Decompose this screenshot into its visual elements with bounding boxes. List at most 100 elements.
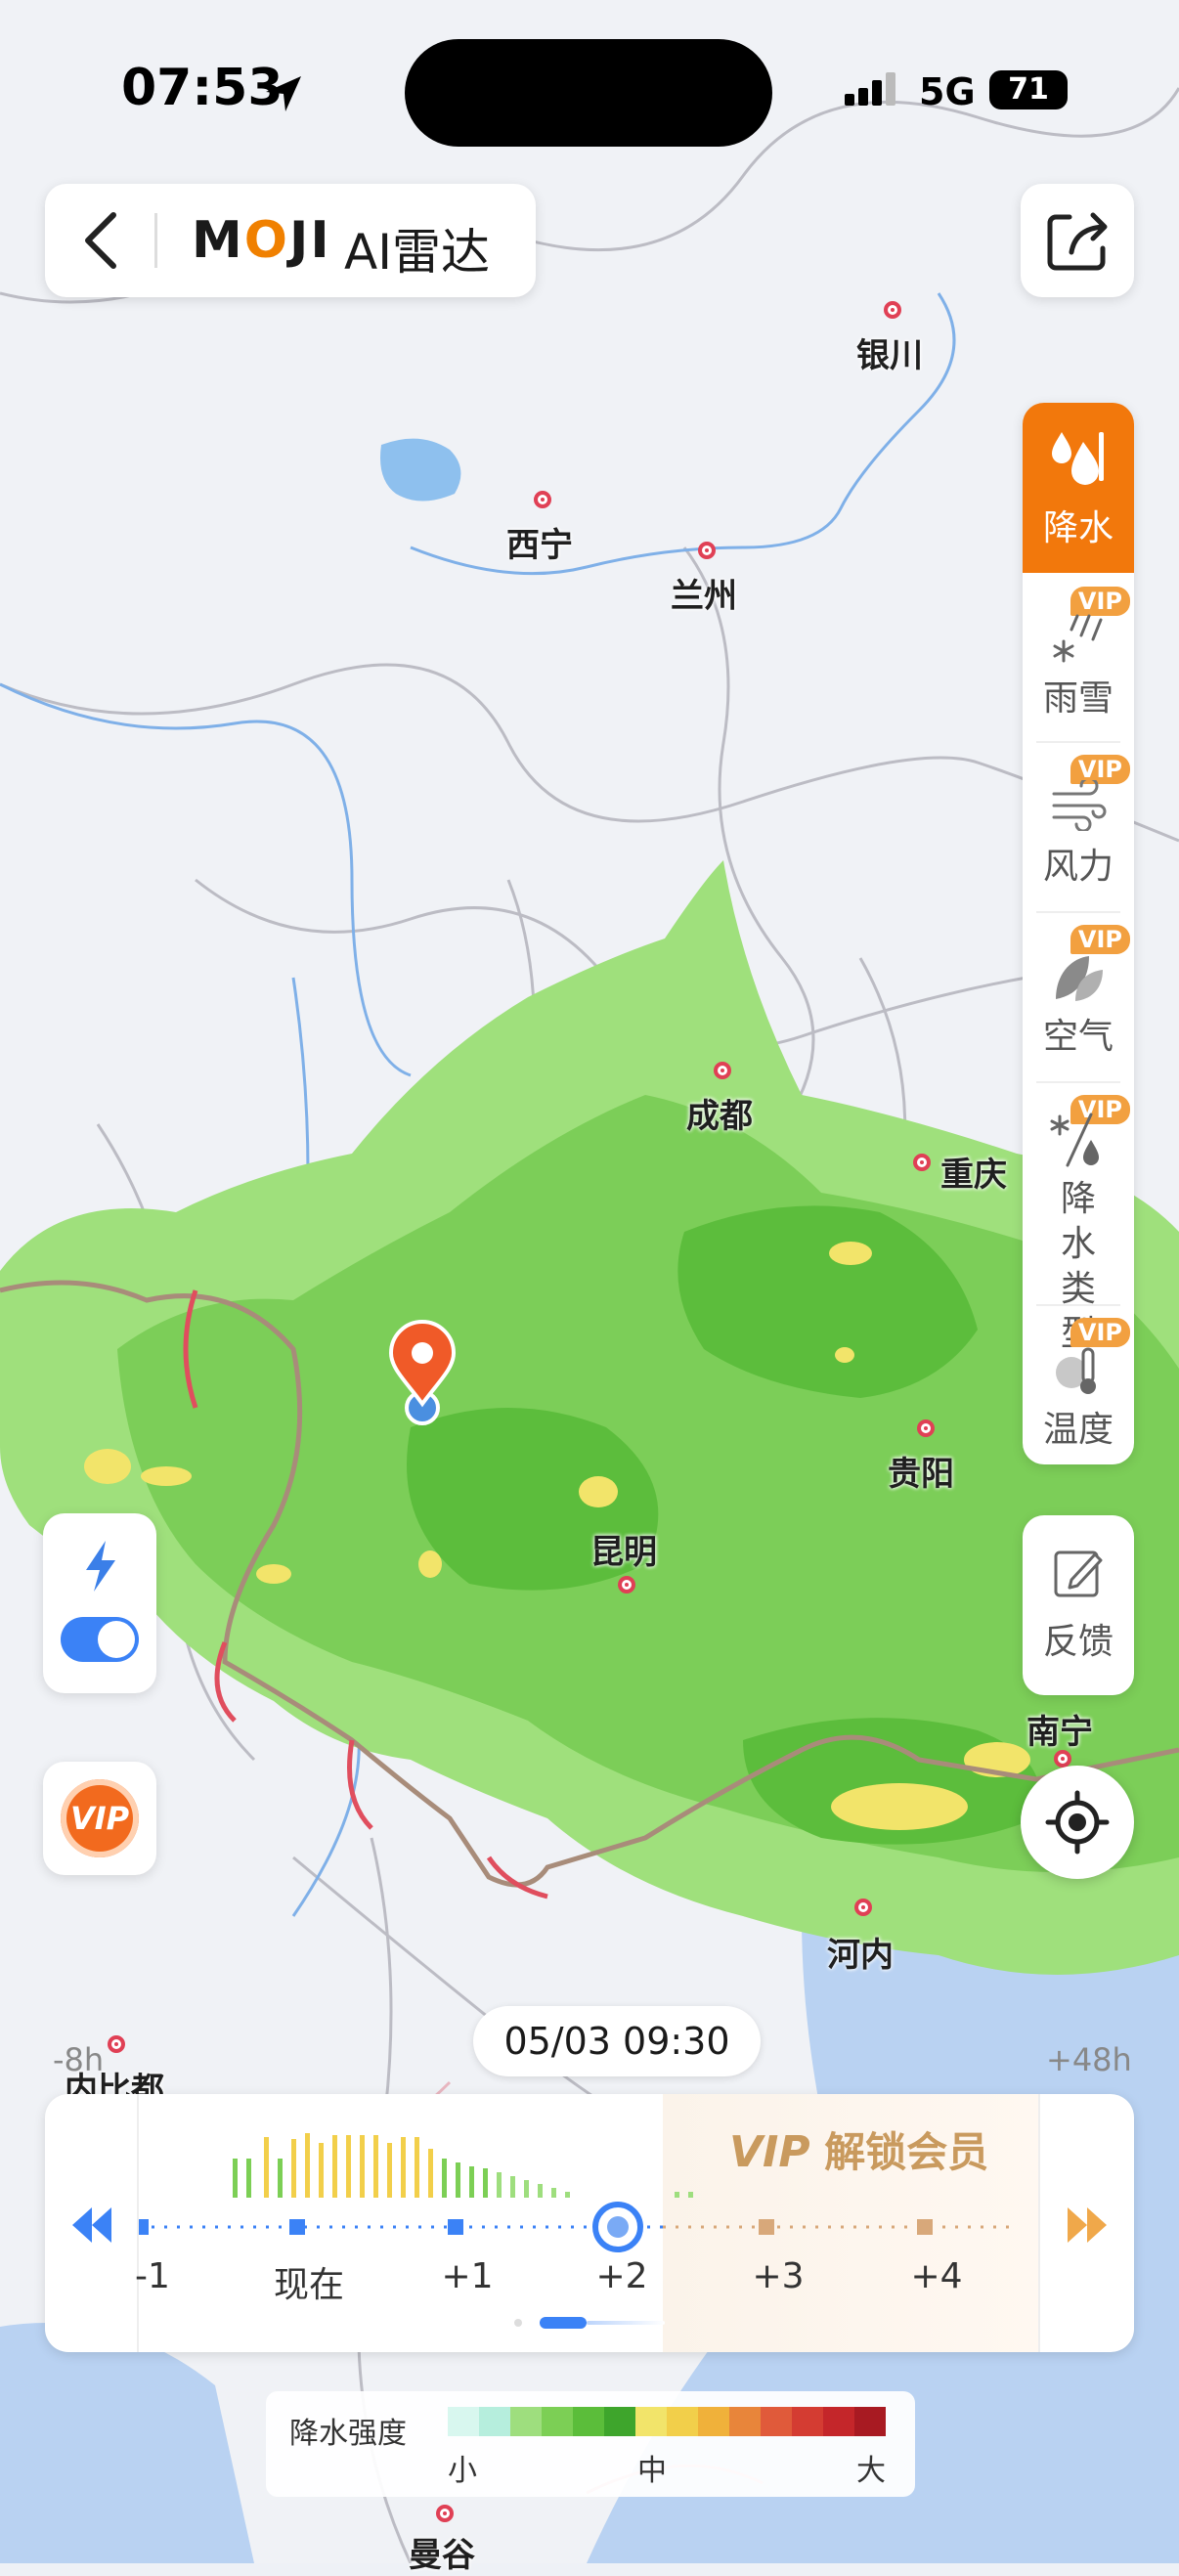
layer-precipitation[interactable]: 降水	[1023, 403, 1134, 573]
precip-type-icon	[1050, 1113, 1099, 1167]
vip-unlock-prefix: VIP	[729, 2127, 810, 2177]
legend-color-scale	[448, 2407, 886, 2436]
legend-swatch	[823, 2407, 854, 2436]
city-label: 昆明	[590, 1533, 657, 1572]
tick-label: +2	[595, 2256, 648, 2296]
layer-rain-snow[interactable]: VIP 雨雪	[1023, 579, 1134, 749]
city-dot	[854, 1899, 872, 1916]
scroll-indicator	[514, 2317, 671, 2329]
app-header: MOJI AI雷达	[45, 184, 536, 297]
timeline-scrubber-handle[interactable]	[592, 2202, 643, 2252]
vip-unlock-link[interactable]: VIP 解锁会员	[729, 2119, 988, 2179]
current-time-label: 05/03 09:30	[473, 2006, 761, 2076]
legend-swatch	[729, 2407, 761, 2436]
wind-icon	[1052, 780, 1107, 831]
legend-swatch	[604, 2407, 635, 2436]
city-dot	[108, 2035, 125, 2053]
city-dot	[884, 301, 901, 319]
header-divider	[154, 213, 157, 268]
crosshair-icon	[1045, 1790, 1110, 1855]
toggle-knob	[98, 1621, 135, 1658]
precipitation-legend: 降水强度 小 中 大	[266, 2391, 915, 2497]
layer-wind[interactable]: VIP 风力	[1023, 747, 1134, 917]
vip-button[interactable]: VIP	[43, 1762, 156, 1875]
timeline-panel: VIP 解锁会员 -1 现在 +1 +2 +3 +4	[45, 2094, 1134, 2352]
leaf-icon	[1056, 956, 1103, 1001]
legend-swatch	[635, 2407, 667, 2436]
vip-unlock-text: 解锁会员	[824, 2128, 989, 2176]
dynamic-island	[405, 39, 772, 147]
feedback-label: 反馈	[1042, 1622, 1114, 1662]
legend-high: 大	[856, 2454, 886, 2488]
city-label: 银川	[856, 336, 923, 375]
city-label: 曼谷	[409, 2536, 475, 2575]
lightning-toggle[interactable]	[61, 1617, 139, 1662]
feedback-button[interactable]: 反馈	[1023, 1515, 1134, 1695]
handle-core	[607, 2216, 629, 2238]
fast-forward-button[interactable]	[1062, 2200, 1113, 2250]
share-button[interactable]	[1021, 184, 1134, 297]
timeline-track[interactable]	[139, 2207, 1038, 2247]
layer-label: 温度	[1042, 1410, 1114, 1450]
legend-mid: 中	[637, 2454, 667, 2488]
layer-panel: 降水 VIP 雨雪 VIP 风力 VIP 空气 VIP 降水类 VIP 温度	[1023, 403, 1134, 1464]
legend-swatch	[792, 2407, 823, 2436]
layer-label: 雨雪	[1042, 678, 1114, 719]
layer-precip-type[interactable]: VIP 降水类型	[1023, 1087, 1134, 1354]
legend-swatch	[667, 2407, 698, 2436]
legend-swatch	[479, 2407, 510, 2436]
city-label: 河内	[827, 1936, 894, 1975]
thermometer-icon	[1056, 1347, 1096, 1394]
city-dot	[618, 1576, 635, 1594]
rain-snow-icon	[1053, 614, 1103, 663]
legend-low: 小	[448, 2454, 477, 2488]
legend-swatch	[448, 2407, 479, 2436]
rewind-button[interactable]	[66, 2200, 117, 2250]
city-dot	[714, 1062, 731, 1079]
legend-swatch	[510, 2407, 542, 2436]
layer-temperature[interactable]: VIP 温度	[1023, 1310, 1134, 1464]
city-dot	[436, 2505, 454, 2522]
vip-label: VIP	[69, 1800, 130, 1837]
rewind-icon	[72, 2207, 111, 2243]
tick-label: -1	[135, 2256, 170, 2296]
legend-title: 降水强度	[289, 2417, 407, 2451]
divider	[1036, 1304, 1120, 1306]
tick-label: +4	[910, 2256, 963, 2296]
legend-swatch	[698, 2407, 729, 2436]
divider	[1036, 1081, 1120, 1083]
city-label: 南宁	[1026, 1713, 1093, 1752]
back-button[interactable]	[74, 209, 133, 272]
legend-swatch	[573, 2407, 604, 2436]
tick-label: +1	[441, 2256, 494, 2296]
network-type: 5G	[919, 70, 976, 113]
city-label: 西宁	[506, 526, 573, 565]
share-icon	[1047, 212, 1108, 271]
divider	[1036, 741, 1120, 743]
lightning-icon	[86, 1541, 115, 1592]
layer-air[interactable]: VIP 空气	[1023, 917, 1134, 1087]
chevron-left-icon	[85, 212, 116, 269]
city-dot	[698, 542, 716, 559]
city-dot	[534, 491, 551, 508]
timeline-end-label: +48h	[1046, 2041, 1132, 2078]
city-dot	[913, 1154, 931, 1171]
divider	[1038, 2094, 1040, 2352]
battery-indicator: 71	[989, 70, 1068, 109]
city-label: 兰州	[671, 577, 737, 616]
timeline-start-label: -8h	[53, 2041, 105, 2078]
location-pin-icon[interactable]	[387, 1320, 458, 1427]
legend-swatch	[854, 2407, 886, 2436]
rain-drops-icon	[1052, 432, 1104, 485]
page-title: AI雷达	[344, 224, 490, 281]
tick-label: +3	[752, 2256, 805, 2296]
city-label: 贵阳	[888, 1455, 954, 1494]
divider	[1036, 911, 1120, 913]
intensity-bars	[233, 2133, 693, 2198]
status-time: 07:53	[121, 59, 284, 117]
locate-button[interactable]	[1021, 1766, 1134, 1879]
vip-icon: VIP	[61, 1779, 139, 1857]
signal-icon	[843, 70, 901, 111]
city-label: 重庆	[940, 1156, 1007, 1195]
city-label: 成都	[686, 1097, 753, 1136]
